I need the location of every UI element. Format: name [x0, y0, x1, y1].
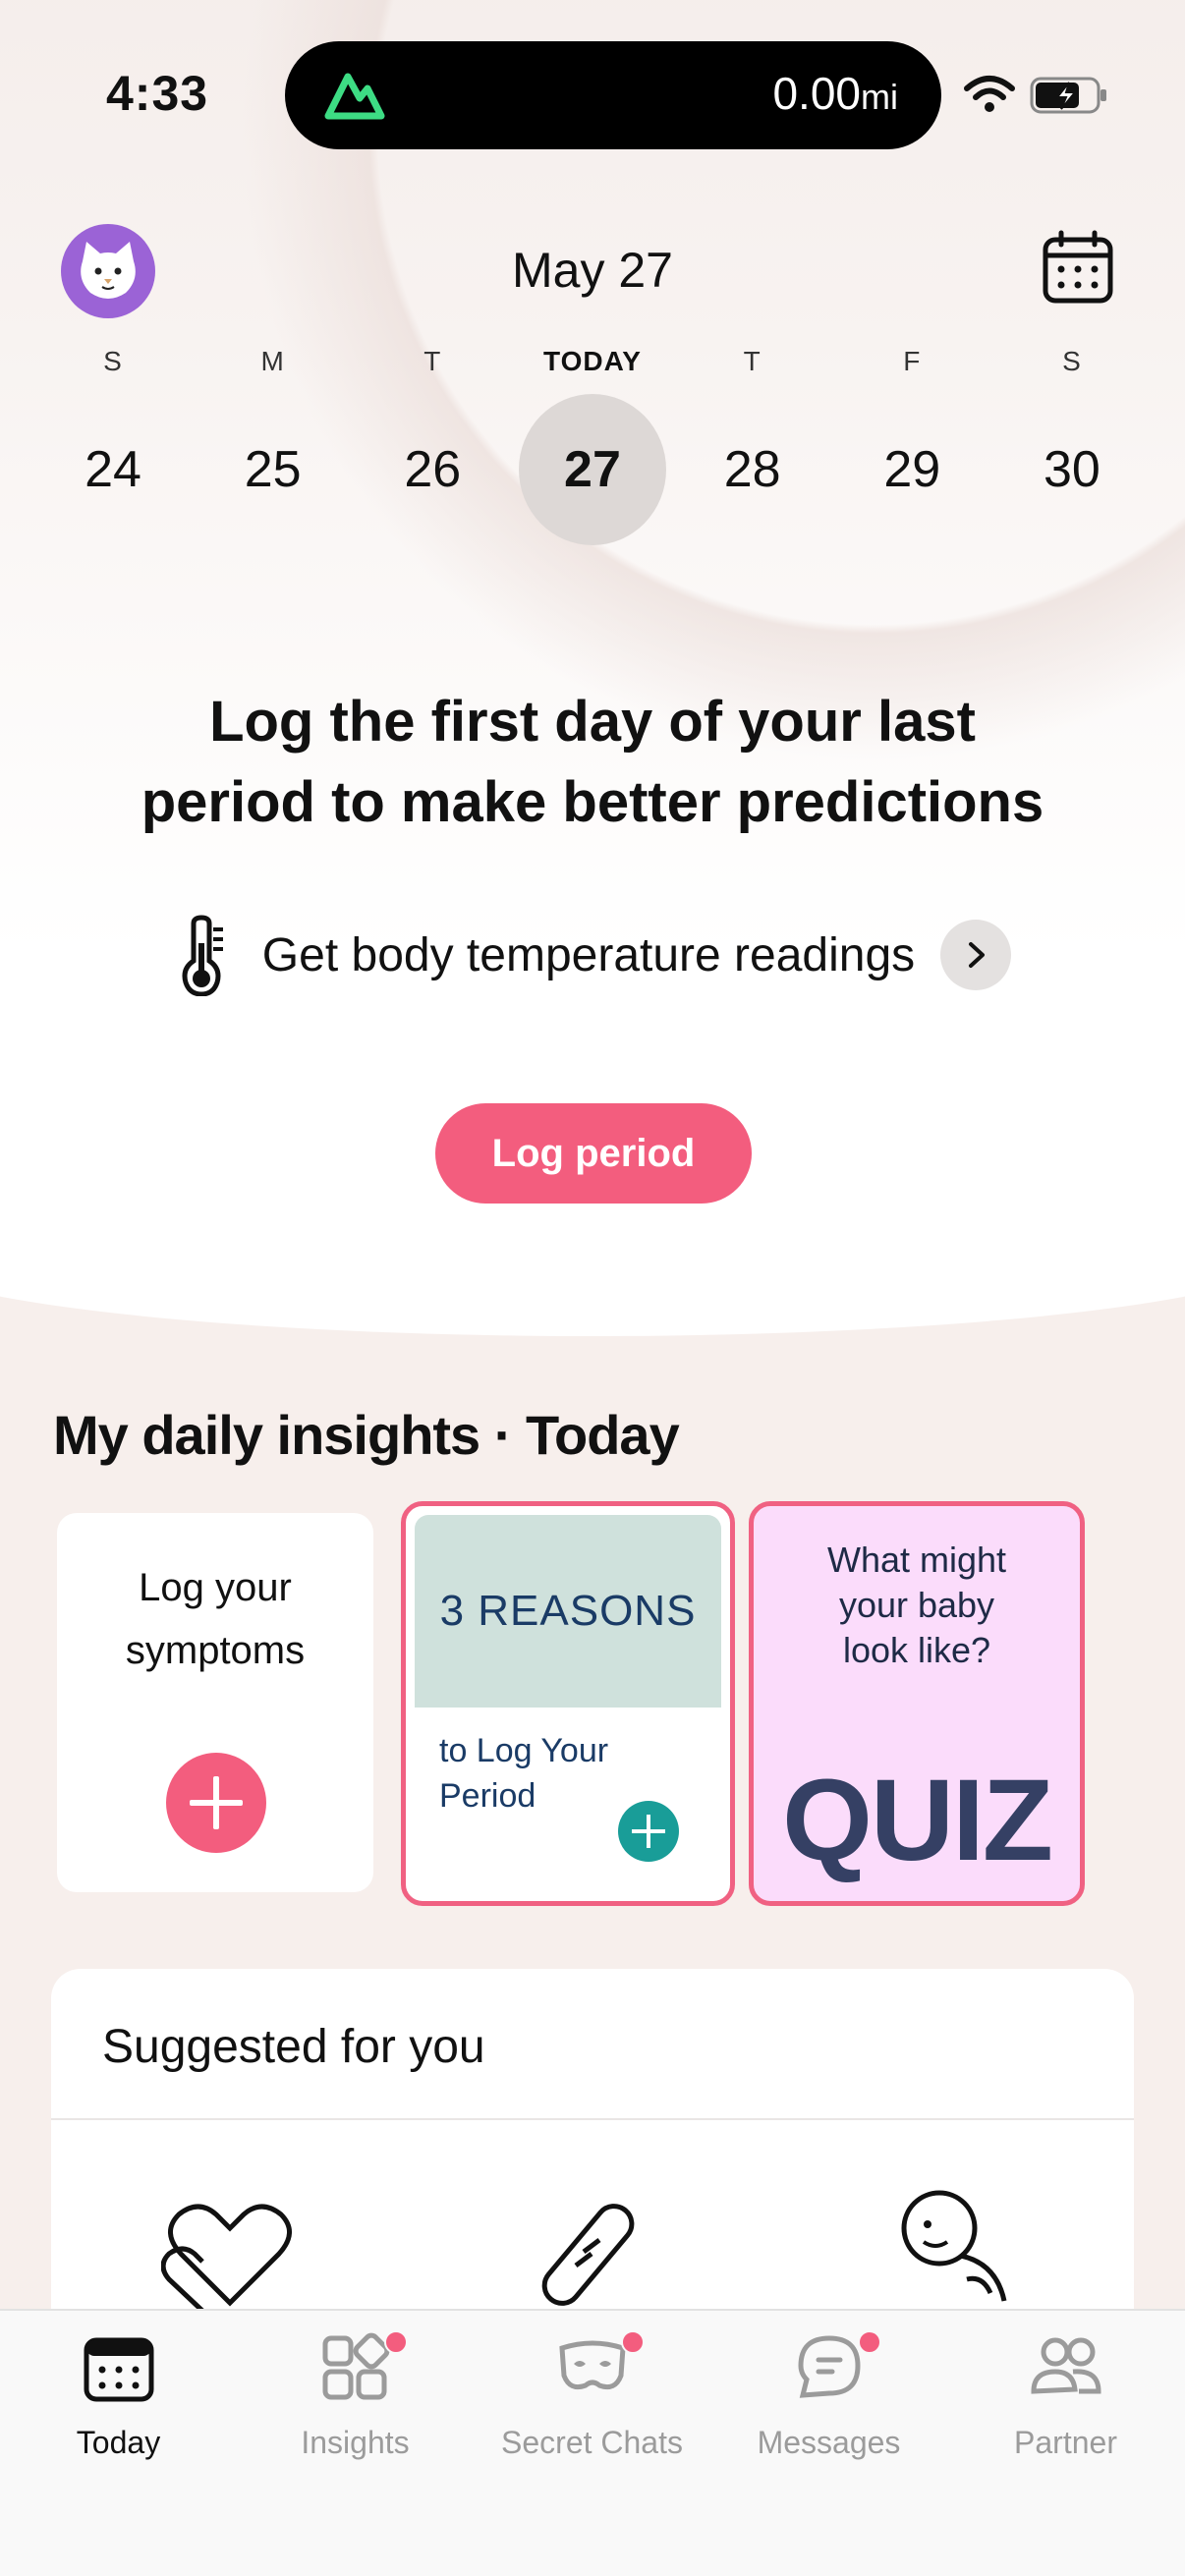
- tab-insights[interactable]: Insights: [237, 2311, 474, 2576]
- log-period-button[interactable]: Log period: [435, 1103, 752, 1204]
- day-number: 26: [404, 441, 462, 498]
- tab-secret-chats-label: Secret Chats: [501, 2425, 683, 2460]
- prediction-headline: Log the first day of your last period to…: [0, 682, 1185, 843]
- chat-bubble-icon: [798, 2335, 861, 2398]
- reasons-banner: 3 REASONS: [415, 1515, 721, 1708]
- log-symptoms-card[interactable]: Log your symptoms: [57, 1513, 373, 1892]
- secret-chats-badge-dot: [621, 2330, 645, 2354]
- log-symptoms-line-1: Log your: [139, 1566, 292, 1609]
- app-screen: 4:33 0.00mi May 27 S M T TODAY T F S 24 …: [0, 0, 1185, 2576]
- pregnancy-test-icon[interactable]: [533, 2195, 650, 2313]
- tab-partner[interactable]: Partner: [947, 2311, 1184, 2576]
- baby-quiz-card[interactable]: What might your baby look like? QUIZ: [749, 1501, 1085, 1906]
- wifi-icon: [964, 76, 1015, 112]
- tab-messages[interactable]: Messages: [710, 2311, 947, 2576]
- reasons-to-log-card[interactable]: 3 REASONS to Log Your Period: [401, 1501, 735, 1906]
- day-cell[interactable]: 29: [838, 393, 986, 546]
- add-reasons-icon: [618, 1801, 679, 1862]
- day-number: 25: [244, 441, 302, 498]
- day-number-today: 27: [518, 394, 666, 545]
- reasons-card-text: to Log Your Period: [439, 1728, 608, 1819]
- weekday-label: T: [423, 346, 442, 376]
- current-date-title: May 27: [512, 243, 673, 298]
- suggested-title: Suggested for you: [102, 2021, 485, 2073]
- status-time: 4:33: [106, 66, 209, 121]
- temperature-link[interactable]: Get body temperature readings: [0, 914, 1185, 996]
- dynamic-island[interactable]: 0.00mi: [285, 41, 941, 149]
- headline-line-1: Log the first day of your last: [209, 690, 976, 754]
- weekday-label: S: [1062, 346, 1082, 376]
- weekday-label: M: [260, 346, 285, 376]
- tab-insights-label: Insights: [301, 2425, 410, 2460]
- day-number: 28: [723, 441, 781, 498]
- date-row: 24 25 26 27 28 29 30: [39, 393, 1146, 546]
- battery-charging-icon: [1030, 77, 1106, 114]
- quiz-line-3: look like?: [842, 1630, 991, 1670]
- distance-unit: mi: [861, 77, 898, 117]
- quiz-line-2: your baby: [838, 1585, 995, 1625]
- baby-quiz-question: What might your baby look like?: [754, 1538, 1080, 1673]
- mask-icon: [559, 2340, 626, 2390]
- partner-people-icon: [1031, 2337, 1101, 2394]
- mountain-logo-icon: [324, 73, 385, 120]
- daily-insights-title: My daily insights · Today: [53, 1404, 680, 1466]
- day-cell[interactable]: 24: [39, 393, 187, 546]
- day-cell[interactable]: 25: [199, 393, 347, 546]
- quiz-label: QUIZ: [782, 1756, 1053, 1885]
- add-symptoms-icon[interactable]: [166, 1753, 266, 1853]
- tab-partner-label: Partner: [1014, 2425, 1117, 2460]
- distance-readout: 0.00mi: [772, 67, 898, 120]
- reasons-line-2: Period: [439, 1777, 536, 1815]
- calendar-icon[interactable]: [1042, 230, 1114, 307]
- day-cell[interactable]: 30: [998, 393, 1146, 546]
- log-symptoms-line-2: symptoms: [125, 1629, 306, 1672]
- calendar-today-icon: [84, 2337, 154, 2402]
- weekday-label: F: [903, 346, 922, 376]
- log-symptoms-text: Log your symptoms: [57, 1556, 373, 1682]
- headline-line-2: period to make better predictions: [141, 770, 1044, 834]
- weekday-row: S M T TODAY T F S: [39, 346, 1146, 377]
- distance-value: 0.00: [772, 68, 861, 119]
- day-number: 29: [883, 441, 941, 498]
- tab-today[interactable]: Today: [0, 2311, 237, 2576]
- suggested-divider: [51, 2118, 1134, 2120]
- tab-messages-label: Messages: [757, 2425, 901, 2460]
- day-cell-today[interactable]: 27: [518, 393, 666, 546]
- day-cell[interactable]: 28: [679, 393, 826, 546]
- messages-badge-dot: [858, 2330, 881, 2354]
- status-bar: 4:33 0.00mi: [0, 0, 1185, 187]
- bottom-tab-bar: Today Insights Secret Chats Messages Par…: [0, 2309, 1185, 2576]
- baby-icon[interactable]: [888, 2185, 1016, 2313]
- tab-today-label: Today: [76, 2425, 161, 2460]
- weekday-label: T: [743, 346, 762, 376]
- day-cell[interactable]: 26: [359, 393, 506, 546]
- weekday-label-today: TODAY: [543, 346, 642, 376]
- quiz-line-1: What might: [826, 1540, 1007, 1580]
- day-number: 24: [85, 441, 141, 498]
- reasons-line-1: to Log Your: [439, 1732, 609, 1769]
- weekday-label: S: [103, 346, 123, 376]
- insights-grid-icon: [322, 2332, 390, 2400]
- temperature-link-label: Get body temperature readings: [261, 928, 916, 981]
- day-number: 30: [1044, 441, 1100, 498]
- tab-secret-chats[interactable]: Secret Chats: [474, 2311, 710, 2576]
- chevron-right-icon: [940, 920, 1012, 990]
- hearts-icon[interactable]: [161, 2195, 299, 2313]
- thermometer-icon: [182, 915, 223, 996]
- insights-badge-dot: [384, 2330, 408, 2354]
